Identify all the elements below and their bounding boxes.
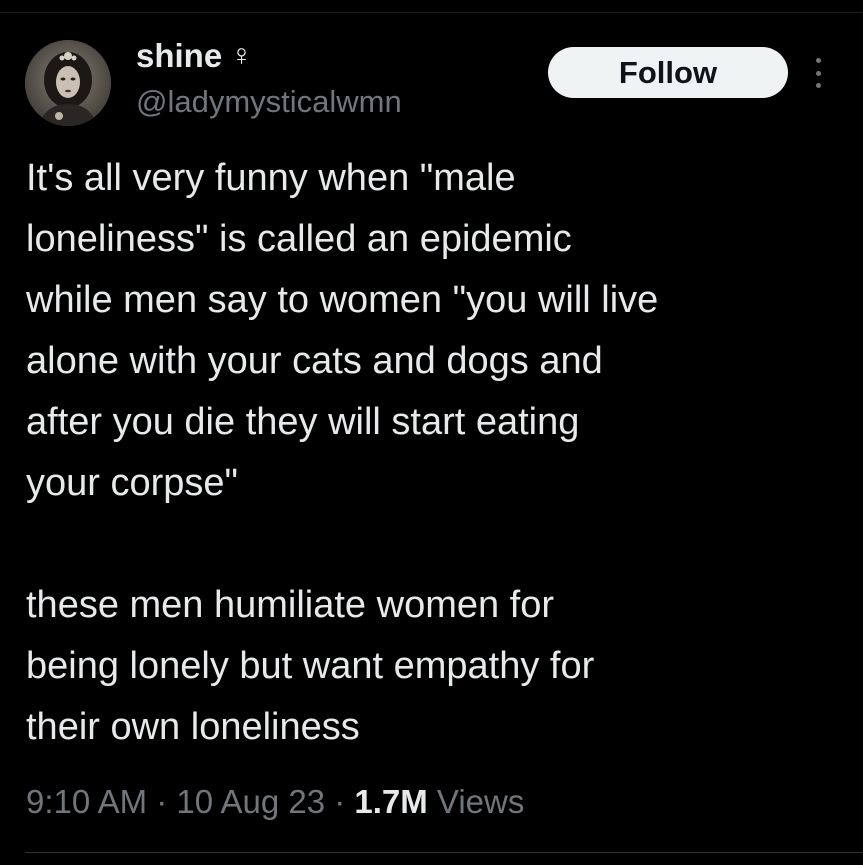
- tweet-line: loneliness" is called an epidemic: [26, 218, 572, 260]
- tweet-time[interactable]: 9:10 AM: [26, 783, 147, 820]
- tweet-line: their own loneliness: [26, 706, 360, 748]
- tweet-line: alone with your cats and dogs and: [26, 340, 603, 382]
- meta-separator: ·: [147, 783, 177, 820]
- tweet-card: shine ♀ @ladymysticalwmn Follow It's all…: [0, 0, 863, 865]
- dot: [815, 70, 821, 76]
- tweet-text: It's all very funny when "male lonelines…: [26, 148, 846, 758]
- tweet-line: after you die they will start eating: [26, 401, 580, 443]
- tweet-date[interactable]: 10 Aug 23: [176, 783, 325, 820]
- tweet-line: being lonely but want empathy for: [26, 645, 595, 687]
- follow-button[interactable]: Follow: [548, 47, 788, 98]
- dot: [815, 58, 821, 63]
- tweet-meta: 9:10 AM · 10 Aug 23 · 1.7M Views: [26, 780, 524, 824]
- author-name-row[interactable]: shine ♀: [136, 36, 253, 76]
- bottom-divider: [25, 852, 863, 853]
- female-symbol-icon: ♀: [230, 39, 253, 72]
- top-divider: [0, 12, 863, 13]
- tweet-line: while men say to women "you will live: [26, 279, 659, 321]
- author-handle[interactable]: @ladymysticalwmn: [136, 82, 402, 122]
- tweet-line: It's all very funny when "male: [26, 157, 516, 199]
- author-display-name[interactable]: shine: [136, 36, 222, 76]
- tweet-line: these men humiliate women for: [26, 584, 555, 626]
- views-count[interactable]: 1.7M: [354, 783, 427, 820]
- tweet-line: your corpse": [26, 462, 239, 504]
- more-dots-vertical-icon[interactable]: [808, 58, 828, 88]
- meta-separator: ·: [325, 783, 355, 820]
- avatar[interactable]: [25, 40, 111, 126]
- dot: [815, 83, 821, 88]
- avatar-portrait-icon: [25, 40, 111, 126]
- views-label: Views: [427, 783, 525, 820]
